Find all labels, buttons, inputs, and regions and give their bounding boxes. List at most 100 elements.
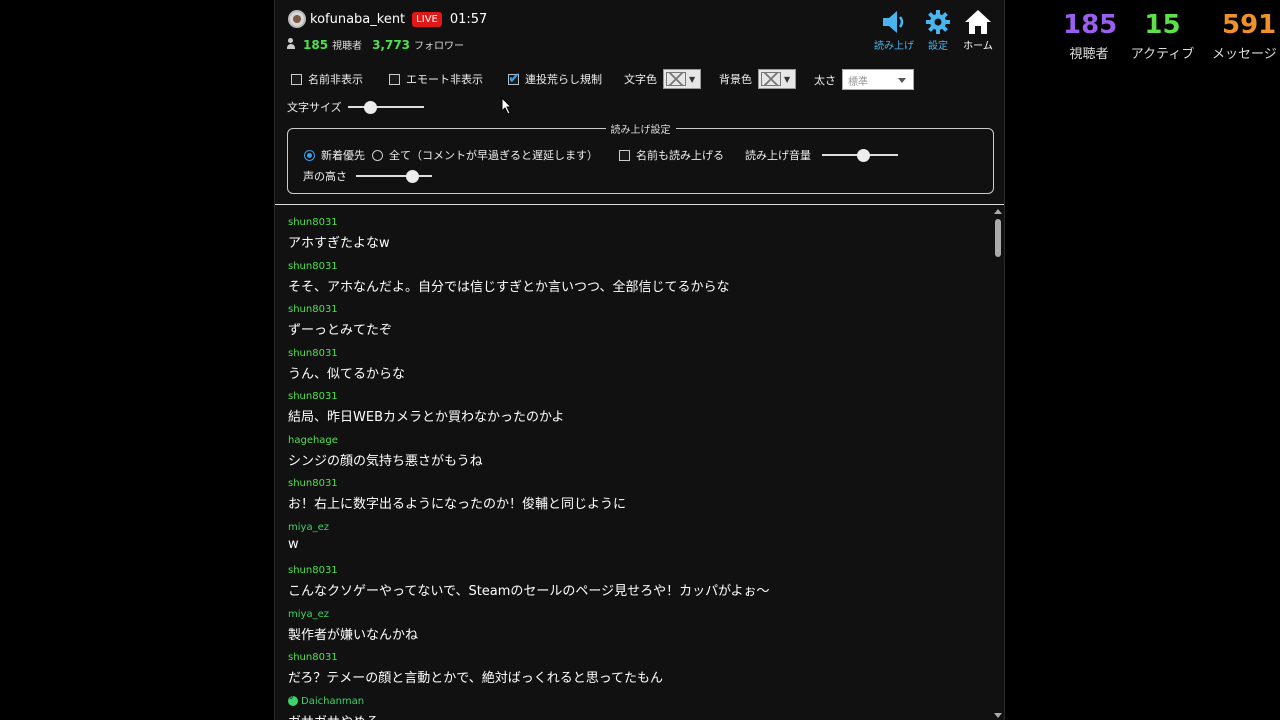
scroll-down-icon[interactable]	[994, 713, 1002, 718]
chat-username[interactable]: shun8031	[288, 651, 988, 664]
bg-color-option: 背景色 ▼	[719, 69, 796, 89]
settings-button[interactable]: 設定	[918, 9, 958, 52]
chat-message-text: w	[288, 536, 299, 552]
settings-button-label: 設定	[928, 41, 948, 52]
spam-filter-checkbox[interactable]	[508, 69, 521, 87]
tts-volume-option: 読み上げ音量	[745, 147, 898, 163]
chat-message-text: ガサガサやめろ	[288, 711, 988, 720]
hide-names-option[interactable]: 名前非表示	[291, 71, 363, 87]
home-icon	[965, 10, 991, 34]
home-button[interactable]: ホーム	[958, 9, 998, 52]
chat-username[interactable]: shun8031	[288, 477, 988, 490]
hide-names-checkbox[interactable]	[291, 73, 302, 85]
chat-username-text: miya_ez	[288, 608, 329, 620]
tts-mode-all-option[interactable]: 全て（コメントが早過ぎると遅延します）	[372, 147, 598, 163]
viewer-count: 185	[303, 38, 329, 52]
tts-volume-slider-knob[interactable]	[857, 149, 870, 162]
overlay-active: 15 アクティブ	[1125, 10, 1200, 62]
tts-mode-all-radio[interactable]	[372, 149, 383, 161]
font-weight-label: 太さ	[814, 73, 836, 87]
font-size-label: 文字サイズ	[287, 101, 342, 114]
hide-emotes-label: エモート非表示	[406, 73, 483, 86]
chat-message: shun8031 アホすぎたよなw	[288, 216, 988, 260]
scroll-thumb[interactable]	[995, 219, 1001, 257]
chat-username[interactable]: shun8031	[288, 390, 988, 403]
chat-username[interactable]: hagehage	[288, 434, 988, 447]
chat-username-text: hagehage	[288, 434, 338, 446]
overlay-active-label: アクティブ	[1130, 47, 1195, 62]
stream-elapsed-time: 01:57	[449, 11, 488, 27]
viewer-label: 視聴者	[332, 41, 363, 52]
overlay-viewers-label: 視聴者	[1069, 47, 1109, 62]
font-size-slider[interactable]	[347, 101, 424, 114]
chat-message-text: だろ？テメーの顔と言動とかで、絶対ばっくれると思ってたもん	[288, 671, 664, 686]
channel-username[interactable]: kofunaba_kent	[310, 12, 405, 27]
chat-message: shun8031 うん、似てるからな	[288, 347, 988, 391]
chat-scrollbar[interactable]	[993, 207, 1003, 720]
chat-list[interactable]: shun8031 アホすぎたよなw shun8031 そそ、アホなんだよ。自分では信じ…	[288, 216, 988, 720]
chat-username-text: shun8031	[288, 478, 338, 489]
font-weight-select[interactable]: 標準	[842, 69, 914, 90]
chat-message-text: 結局、昨日WEBカメラとか買わなかったのかよ	[288, 410, 565, 425]
overlay-viewers-value: 185	[1063, 10, 1118, 40]
people-icon	[287, 38, 299, 49]
chat-message: shun8031 そそ、アホなんだよ。自分では信じすぎとか言いつつ、全部信じてるか…	[288, 260, 988, 304]
chat-message-text: アホすぎたよなw	[288, 236, 390, 251]
chat-message: Daichanman ガサガサやめろ	[288, 693, 988, 720]
chat-username[interactable]: miya_ez	[288, 521, 988, 534]
chat-message-text: こんなクソゲーやってないで、Steamのセールのページ見せろや！カッパがよぉ～	[288, 584, 770, 599]
follower-label: フォロワー	[414, 41, 465, 52]
read-names-option[interactable]: 名前も読み上げる	[619, 147, 724, 163]
chat-username[interactable]: miya_ez	[288, 608, 988, 621]
hide-emotes-checkbox[interactable]	[389, 73, 400, 85]
overlay-messages: 591 メッセージ	[1208, 10, 1280, 62]
text-color-picker[interactable]: ▼	[663, 69, 701, 89]
home-button-label: ホーム	[963, 41, 993, 52]
tts-mode-all-label: 全て（コメントが早過ぎると遅延します）	[389, 149, 598, 162]
chat-username[interactable]: shun8031	[288, 564, 988, 577]
tts-pitch-label: 声の高さ	[303, 170, 347, 183]
spam-filter-option[interactable]: 連投荒らし規制	[508, 69, 602, 87]
follower-count: 3,773	[372, 38, 411, 52]
scroll-up-icon[interactable]	[994, 209, 1002, 214]
spam-filter-label: 連投荒らし規制	[525, 73, 602, 86]
chat-username-text: shun8031	[288, 217, 338, 228]
overlay-viewers: 185 視聴者	[1063, 10, 1118, 62]
tts-button[interactable]: 読み上げ	[874, 9, 914, 52]
chat-message-text: そそ、アホなんだよ。自分では信じすぎとか言いつつ、全部信じてるからな	[288, 279, 730, 295]
live-badge: LIVE	[412, 11, 442, 27]
hide-names-label: 名前非表示	[308, 73, 363, 86]
chat-username-text: shun8031	[288, 260, 338, 272]
chat-message: shun8031 お！右上に数字出るようになったのか！俊輔と同じように	[288, 477, 988, 521]
chat-message: shun8031 ずーっとみてたぞ	[288, 303, 988, 347]
overlay-messages-label: メッセージ	[1212, 47, 1277, 62]
text-color-label: 文字色	[624, 73, 657, 86]
chat-message: shun8031 結局、昨日WEBカメラとか買わなかったのかよ	[288, 390, 988, 434]
read-names-checkbox[interactable]	[619, 149, 630, 161]
hide-emotes-option[interactable]: エモート非表示	[389, 71, 483, 87]
avatar[interactable]	[288, 10, 306, 28]
chat-message-text: ずーっとみてたぞ	[288, 323, 393, 338]
tts-pitch-slider[interactable]	[356, 170, 432, 183]
tts-volume-label: 読み上げ音量	[745, 149, 811, 162]
mouse-cursor-icon	[501, 97, 513, 115]
tts-mode-newest-radio[interactable]	[304, 149, 315, 161]
tts-mode-newest-option[interactable]: 新着優先	[304, 147, 365, 163]
font-size-slider-knob[interactable]	[363, 101, 377, 114]
chat-username[interactable]: shun8031	[288, 260, 988, 273]
chat-message-text: うん、似てるからな	[288, 366, 406, 382]
chat-username-text: shun8031	[288, 391, 338, 402]
chat-message: hagehage シンジの顔の気持ち悪さがもうね	[288, 434, 988, 478]
tts-volume-slider[interactable]	[822, 149, 898, 162]
chat-username[interactable]: Daichanman	[288, 693, 988, 708]
overlay-active-value: 15	[1144, 10, 1181, 40]
bg-color-picker[interactable]: ▼	[758, 69, 796, 89]
chat-username[interactable]: shun8031	[288, 216, 988, 229]
tts-pitch-slider-knob[interactable]	[406, 170, 419, 183]
chat-message: shun8031 こんなクソゲーやってないで、Steamのセールのページ見せろや！…	[288, 564, 988, 608]
chat-username-text: miya_ez	[288, 521, 329, 533]
chat-message-text: シンジの顔の気持ち悪さがもうね	[288, 453, 483, 469]
chat-username[interactable]: shun8031	[288, 347, 988, 360]
chat-username[interactable]: shun8031	[288, 303, 988, 316]
tts-settings-legend: 読み上げ設定	[605, 121, 676, 136]
